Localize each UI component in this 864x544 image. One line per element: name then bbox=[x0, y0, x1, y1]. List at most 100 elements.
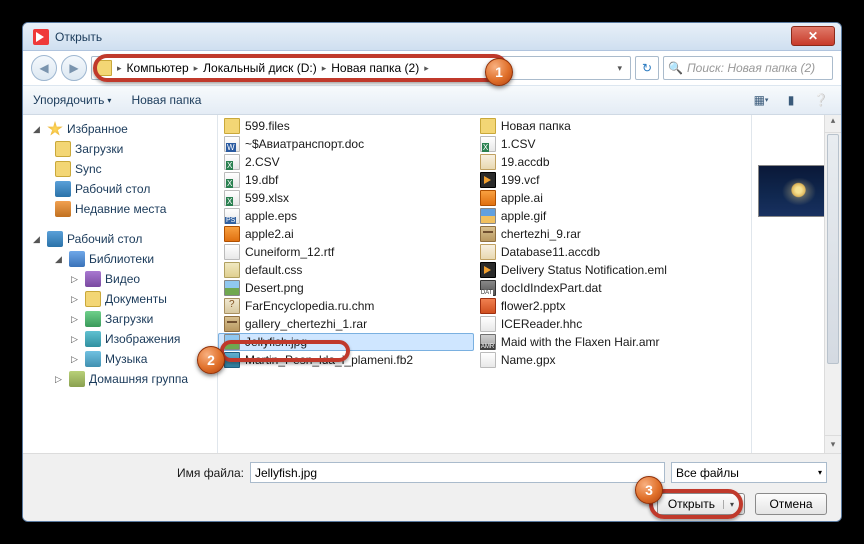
file-name: apple2.ai bbox=[245, 227, 294, 241]
address-dropdown[interactable]: ▾ bbox=[613, 63, 626, 74]
new-folder-button[interactable]: Новая папка bbox=[131, 93, 201, 107]
file-item[interactable]: 1.CSV bbox=[474, 135, 730, 153]
file-item[interactable]: Desert.png bbox=[218, 279, 474, 297]
file-item[interactable]: Cuneiform_12.rtf bbox=[218, 243, 474, 261]
filename-input[interactable]: Jellyfish.jpg bbox=[250, 462, 665, 483]
star-icon bbox=[47, 121, 63, 137]
organize-button[interactable]: Упорядочить ▾ bbox=[33, 93, 111, 107]
file-item[interactable]: 199.vcf bbox=[474, 171, 730, 189]
file-item[interactable]: FarEncyclopedia.ru.chm bbox=[218, 297, 474, 315]
file-item[interactable]: Database11.accdb bbox=[474, 243, 730, 261]
expand-icon: ▷ bbox=[71, 294, 81, 305]
file-item[interactable]: Maid with the Flaxen Hair.amr bbox=[474, 333, 730, 351]
file-item[interactable]: apple2.ai bbox=[218, 225, 474, 243]
file-icon bbox=[480, 136, 496, 152]
body: ◢Избранное Загрузки Sync Рабочий стол Не… bbox=[23, 115, 841, 453]
file-item[interactable]: Name.gpx bbox=[474, 351, 730, 369]
scroll-thumb[interactable] bbox=[827, 134, 839, 364]
tree-desktop[interactable]: ◢Рабочий стол bbox=[23, 229, 217, 249]
tree-images[interactable]: ▷Изображения bbox=[23, 329, 217, 349]
forward-button[interactable]: ▶ bbox=[61, 55, 87, 81]
file-name: 1.CSV bbox=[501, 137, 536, 151]
expand-icon: ▷ bbox=[71, 314, 81, 325]
file-name: Maid with the Flaxen Hair.amr bbox=[501, 335, 660, 349]
crumb-drive[interactable]: Локальный диск (D:) bbox=[203, 61, 317, 75]
file-item[interactable]: apple.ai bbox=[474, 189, 730, 207]
downloads-icon bbox=[85, 311, 101, 327]
back-button[interactable]: ◀ bbox=[31, 55, 57, 81]
file-icon bbox=[224, 172, 240, 188]
file-item[interactable]: default.css bbox=[218, 261, 474, 279]
file-icon bbox=[480, 316, 496, 332]
tree-downloads-lib[interactable]: ▷Загрузки bbox=[23, 309, 217, 329]
help-button[interactable]: ❔ bbox=[811, 92, 831, 108]
tree-label: Документы bbox=[105, 292, 167, 306]
file-name: Database11.accdb bbox=[501, 245, 600, 259]
window-title: Открыть bbox=[55, 30, 102, 44]
tree-downloads[interactable]: Загрузки bbox=[23, 139, 217, 159]
filter-dropdown[interactable]: Все файлы▾ bbox=[671, 462, 827, 483]
search-placeholder: Поиск: Новая папка (2) bbox=[687, 61, 815, 75]
file-item[interactable]: Martin_Pesn_lda_i_plameni.fb2 bbox=[218, 351, 474, 369]
file-item[interactable]: apple.gif bbox=[474, 207, 730, 225]
file-name: 599.files bbox=[245, 119, 290, 133]
file-item[interactable]: 19.accdb bbox=[474, 153, 730, 171]
filter-label: Все файлы bbox=[676, 466, 739, 480]
open-button[interactable]: Открыть bbox=[657, 493, 745, 515]
file-item[interactable]: Новая папка bbox=[474, 117, 730, 135]
expand-icon: ▷ bbox=[71, 354, 81, 365]
file-icon bbox=[480, 190, 496, 206]
file-item[interactable]: ~$Авиатранспорт.doc bbox=[218, 135, 474, 153]
annotation-marker-2: 2 bbox=[197, 346, 225, 374]
file-icon bbox=[480, 262, 496, 278]
refresh-button[interactable]: ↻ bbox=[635, 56, 659, 80]
file-item[interactable]: 19.dbf bbox=[218, 171, 474, 189]
file-icon bbox=[224, 262, 240, 278]
images-icon bbox=[85, 331, 101, 347]
address-bar[interactable]: ▸ Компьютер ▸ Локальный диск (D:) ▸ Нова… bbox=[91, 56, 631, 80]
file-item[interactable]: Delivery Status Notification.eml bbox=[474, 261, 730, 279]
organize-label: Упорядочить bbox=[33, 93, 104, 107]
file-item[interactable]: ICEReader.hhc bbox=[474, 315, 730, 333]
tree-homegroup[interactable]: ▷Домашняя группа bbox=[23, 369, 217, 389]
file-list[interactable]: 599.files ~$Авиатранспорт.doc2.CSV19.dbf 5… bbox=[218, 115, 751, 453]
file-item[interactable]: chertezhi_9.rar bbox=[474, 225, 730, 243]
folder-icon bbox=[55, 161, 71, 177]
file-name: chertezhi_9.rar bbox=[501, 227, 581, 241]
annotation-marker-3: 3 bbox=[635, 476, 663, 504]
file-item[interactable]: docIdIndexPart.dat bbox=[474, 279, 730, 297]
tree-desktop-fav[interactable]: Рабочий стол bbox=[23, 179, 217, 199]
tree-music[interactable]: ▷Музыка bbox=[23, 349, 217, 369]
crumb-folder[interactable]: Новая папка (2) bbox=[331, 61, 419, 75]
file-item[interactable]: apple.eps bbox=[218, 207, 474, 225]
toolbar: Упорядочить ▾ Новая папка ▦▾ ▮ ❔ bbox=[23, 85, 841, 115]
cancel-button[interactable]: Отмена bbox=[755, 493, 827, 515]
file-item[interactable]: 599.xlsx bbox=[218, 189, 474, 207]
file-name: Delivery Status Notification.eml bbox=[501, 263, 667, 277]
file-name: Jellyfish.jpg bbox=[245, 335, 307, 349]
tree-recent[interactable]: Недавние места bbox=[23, 199, 217, 219]
preview-toggle[interactable]: ▮ bbox=[781, 92, 801, 108]
file-name: Martin_Pesn_lda_i_plameni.fb2 bbox=[245, 353, 413, 367]
documents-icon bbox=[85, 291, 101, 307]
search-box[interactable]: 🔍 Поиск: Новая папка (2) bbox=[663, 56, 833, 80]
crumb-computer[interactable]: Компьютер bbox=[127, 61, 189, 75]
collapse-icon: ◢ bbox=[33, 234, 43, 245]
file-icon bbox=[224, 334, 240, 350]
tree-libraries[interactable]: ◢Библиотеки bbox=[23, 249, 217, 269]
tree-video[interactable]: ▷Видео bbox=[23, 269, 217, 289]
file-name: 19.accdb bbox=[501, 155, 550, 169]
file-item[interactable]: gallery_chertezhi_1.rar bbox=[218, 315, 474, 333]
file-item[interactable]: Jellyfish.jpg bbox=[218, 333, 474, 351]
file-item[interactable]: 599.files bbox=[218, 117, 474, 135]
file-name: 599.xlsx bbox=[245, 191, 289, 205]
file-item[interactable]: 2.CSV bbox=[218, 153, 474, 171]
close-button[interactable]: ✕ bbox=[791, 26, 835, 46]
tree-documents[interactable]: ▷ Документы bbox=[23, 289, 217, 309]
file-icon bbox=[224, 118, 240, 134]
views-button[interactable]: ▦▾ bbox=[751, 92, 771, 108]
tree-sync[interactable]: Sync bbox=[23, 159, 217, 179]
tree-favorites[interactable]: ◢Избранное bbox=[23, 119, 217, 139]
file-item[interactable]: flower2.pptx bbox=[474, 297, 730, 315]
scrollbar-vertical[interactable] bbox=[824, 115, 841, 453]
